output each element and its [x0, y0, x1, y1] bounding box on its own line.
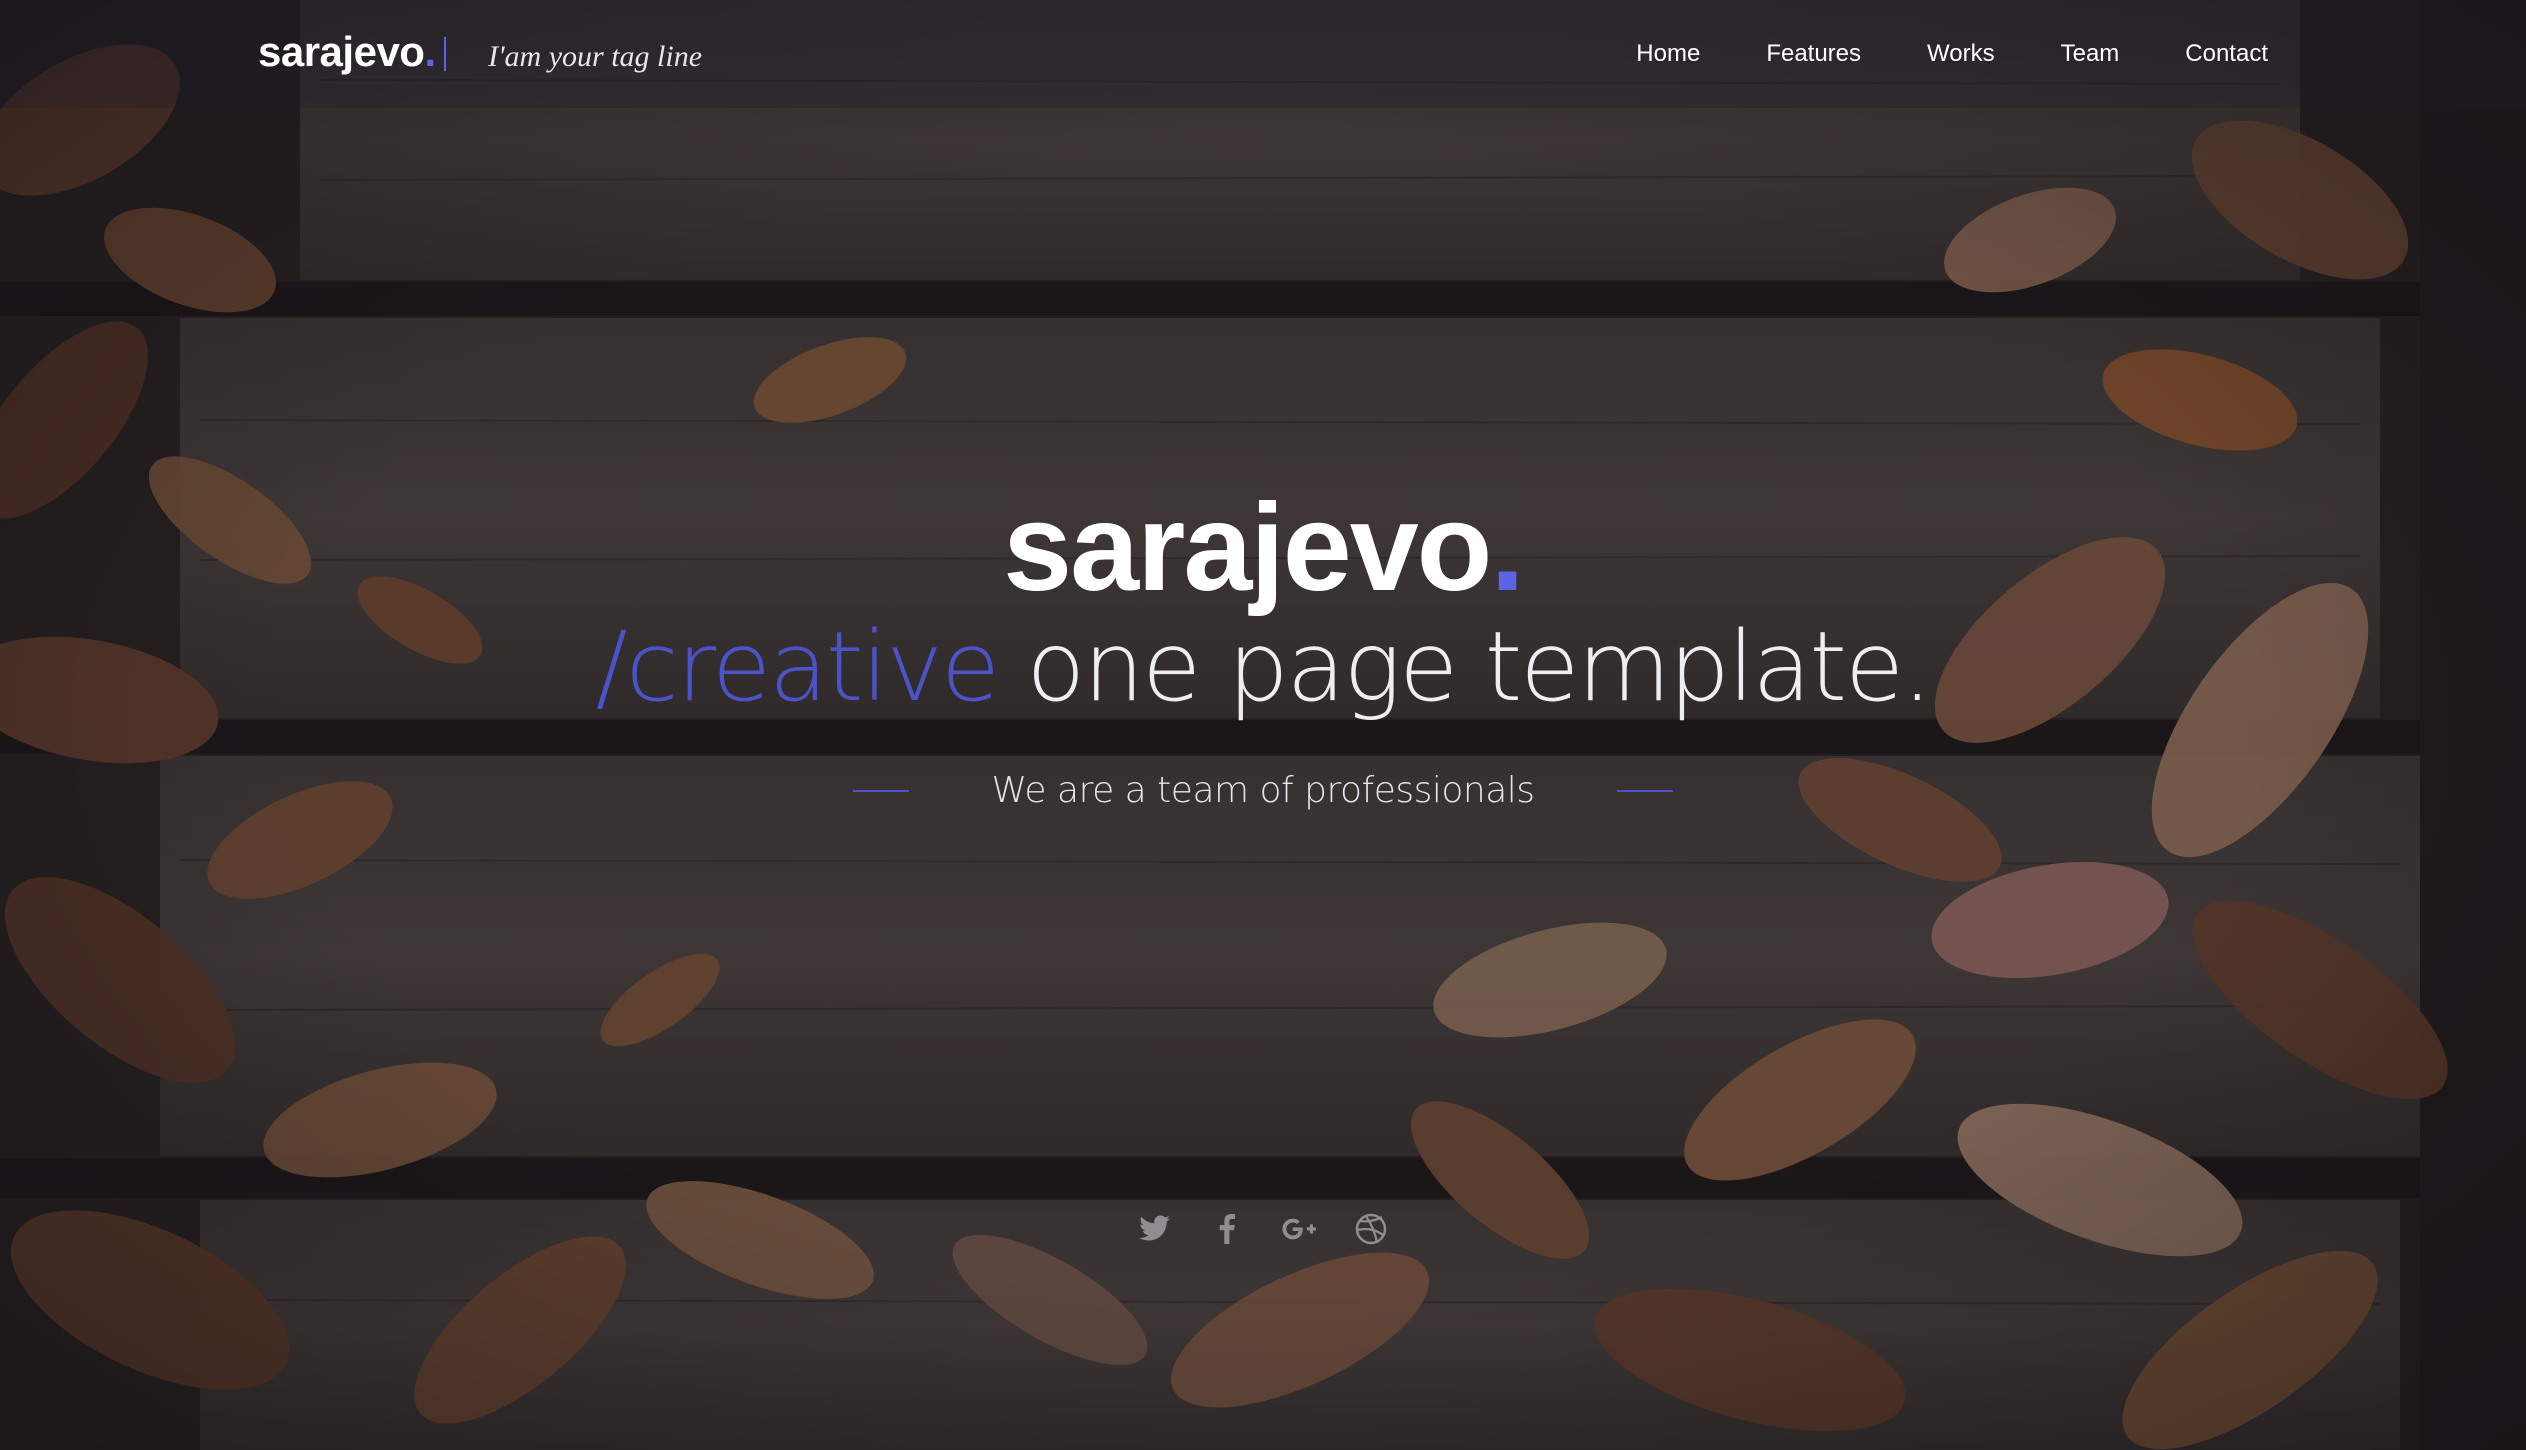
dribbble-icon[interactable]: [1354, 1212, 1388, 1246]
main-nav: Home Features Works Team Contact: [1636, 36, 2268, 72]
left-divider: [853, 789, 910, 792]
hero-tagline-row: We are a team of professionals: [0, 770, 2526, 811]
brand-logo-dot: .: [424, 28, 437, 75]
nav-item-works[interactable]: Works: [1927, 36, 1995, 72]
hero-title-text: sarajevo: [1003, 479, 1492, 617]
nav-item-team[interactable]: Team: [2061, 36, 2120, 72]
brand-separator: [444, 37, 447, 71]
hero-subtitle-accent: /creative: [595, 611, 1000, 723]
google-plus-icon[interactable]: [1282, 1212, 1316, 1246]
hero-title-dot: .: [1490, 479, 1524, 617]
nav-item-features[interactable]: Features: [1766, 36, 1861, 72]
hero-title: sarajevo.: [0, 478, 2526, 618]
page: sarajevo. I'am your tag line Home Featur…: [0, 0, 2526, 1450]
hero-subtitle: /creative one page template.: [0, 612, 2526, 722]
facebook-icon[interactable]: [1210, 1212, 1244, 1246]
brand[interactable]: sarajevo. I'am your tag line: [258, 28, 702, 76]
brand-tagline: I'am your tag line: [488, 40, 703, 73]
hero-tagline: We are a team of professionals: [991, 770, 1535, 811]
twitter-icon[interactable]: [1138, 1212, 1172, 1246]
social-links: [0, 1212, 2526, 1246]
site-header: sarajevo. I'am your tag line Home Featur…: [0, 0, 2526, 108]
right-divider: [1616, 789, 1673, 792]
brand-logo[interactable]: sarajevo: [258, 28, 425, 76]
nav-item-contact[interactable]: Contact: [2185, 36, 2268, 72]
nav-item-home[interactable]: Home: [1636, 36, 1700, 72]
hero-subtitle-rest: one page template.: [998, 611, 1933, 723]
